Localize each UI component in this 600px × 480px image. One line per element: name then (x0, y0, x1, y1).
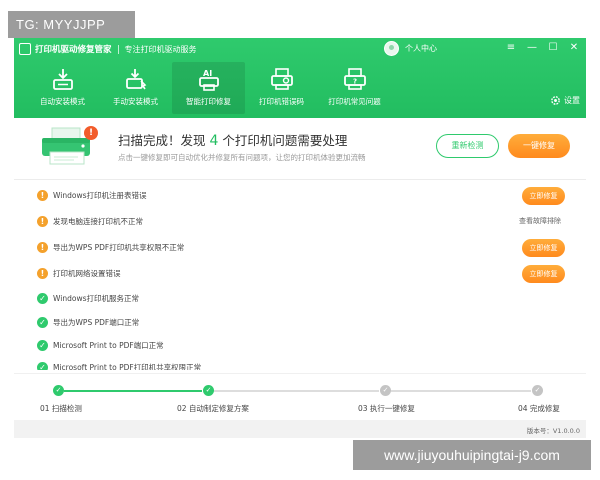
issue-text: 导出为WPS PDF端口正常 (53, 318, 140, 327)
scan-title-prefix: 扫描完成！发现 (118, 133, 210, 148)
check-icon: ✓ (37, 317, 48, 328)
issue-row: ! Windows打印机注册表错误 立即修复 (14, 187, 586, 205)
issue-row: ✓ Windows打印机服务正常 (14, 290, 586, 308)
step-label: 01 扫描检测 (40, 404, 82, 413)
step-check-icon: ✓ (380, 385, 391, 396)
issue-text: Microsoft Print to PDF端口正常 (53, 341, 164, 350)
issue-row: ✓ Microsoft Print to PDF打印机共享权限正常 (14, 359, 586, 370)
check-icon: ✓ (37, 293, 48, 304)
divider (14, 179, 586, 180)
step-connector (214, 390, 379, 392)
ai-repair-icon: AI (198, 69, 219, 91)
issue-text: 打印机网络设置错误 (53, 269, 121, 278)
step-label: 04 完成修复 (518, 404, 560, 413)
step-check-icon: ✓ (532, 385, 543, 396)
status-bar: 版本号：V1.0.0.0 (14, 420, 586, 438)
menu-icon[interactable]: ≡ (505, 41, 517, 55)
app-window: 打印机驱动修复管家 专注打印机驱动服务 个人中心 ≡ — ☐ ✕ 自动安装模式 … (14, 38, 586, 438)
scan-result-title: 扫描完成！发现 4 个打印机问题需要处理 (118, 130, 347, 149)
title-bar: 打印机驱动修复管家 专注打印机驱动服务 个人中心 ≡ — ☐ ✕ (14, 38, 586, 60)
auto-install-icon (52, 69, 73, 90)
page: TG: MYYJJPP www.jiuyouhuipingtai-j9.com … (0, 0, 600, 480)
issue-list[interactable]: ! Windows打印机注册表错误 立即修复! 发现电脑连接打印机不正常 查看故障排除!… (14, 183, 586, 370)
avatar (384, 41, 399, 56)
alert-badge: ! (84, 126, 98, 140)
nav-item-auto-install[interactable]: 自动安装模式 (26, 62, 99, 114)
scan-result-description: 点击一键修复即可自动优化并修复所有问题项，让您的打印机体验更加流畅 (118, 153, 366, 162)
nav-item-error-code[interactable]: 打印机错误码 (245, 62, 318, 114)
step-label: 02 自动制定修复方案 (177, 404, 249, 413)
fix-now-button[interactable]: 立即修复 (522, 239, 565, 257)
troubleshoot-link[interactable]: 查看故障排除 (519, 216, 561, 226)
error-code-icon (270, 68, 293, 90)
issue-row: ✓ Microsoft Print to PDF端口正常 (14, 337, 586, 355)
maximize-icon[interactable]: ☐ (547, 41, 559, 55)
nav-item-ai-repair[interactable]: AI 智能打印修复 (172, 62, 245, 114)
warning-icon: ! (37, 268, 48, 279)
version-label: 版本号：V1.0.0.0 (526, 427, 580, 435)
recheck-button[interactable]: 重新检测 (436, 134, 499, 158)
check-icon: ✓ (37, 362, 48, 370)
nav-label: 打印机常见问题 (328, 97, 381, 106)
title-separator (117, 44, 119, 54)
nav-label: 手动安装模式 (113, 97, 158, 106)
nav-item-faq[interactable]: ? 打印机常见问题 (318, 62, 391, 114)
scan-summary: ! 扫描完成！发现 4 个打印机问题需要处理 点击一键修复即可自动优化并修复所有… (14, 118, 586, 176)
issue-text: Microsoft Print to PDF打印机共享权限正常 (53, 363, 202, 370)
step-connector (391, 390, 531, 392)
user-center-button[interactable]: 个人中心 (384, 41, 437, 56)
gear-icon (551, 96, 560, 105)
window-controls: ≡ — ☐ ✕ (505, 41, 580, 55)
settings-label: 设置 (564, 96, 580, 105)
issue-row: ✓ 导出为WPS PDF端口正常 (14, 314, 586, 332)
warning-icon: ! (37, 242, 48, 253)
fix-now-button[interactable]: 立即修复 (522, 265, 565, 283)
step-check-icon: ✓ (203, 385, 214, 396)
settings-button[interactable]: 设置 (550, 95, 580, 106)
issue-row: ! 发现电脑连接打印机不正常 查看故障排除 (14, 213, 586, 231)
issue-row: ! 导出为WPS PDF打印机共享权限不正常 立即修复 (14, 239, 586, 257)
nav-label: 智能打印修复 (186, 97, 231, 106)
watermark-bottom: www.jiuyouhuipingtai-j9.com (353, 440, 591, 470)
close-icon[interactable]: ✕ (568, 41, 580, 55)
fix-all-button[interactable]: 一键修复 (508, 134, 570, 158)
progress-steps: ✓ 01 扫描检测 ✓ 02 自动制定修复方案 ✓ 03 执行一键修复 ✓ 04 完成修复 (14, 373, 586, 418)
scan-title-suffix: 个打印机问题需要处理 (218, 133, 348, 148)
app-header: 打印机驱动修复管家 专注打印机驱动服务 个人中心 ≡ — ☐ ✕ 自动安装模式 … (14, 38, 586, 118)
watermark-top: TG: MYYJJPP (8, 11, 135, 38)
step-label: 03 执行一键修复 (358, 404, 415, 413)
issue-text: 导出为WPS PDF打印机共享权限不正常 (53, 243, 185, 252)
fix-now-button[interactable]: 立即修复 (522, 187, 565, 205)
faq-icon: ? (343, 68, 366, 90)
check-icon: ✓ (37, 340, 48, 351)
step-check-icon: ✓ (53, 385, 64, 396)
issue-row: ! 打印机网络设置错误 立即修复 (14, 265, 586, 283)
main-nav: 自动安装模式 手动安装模式 AI 智能打印修复 打印机错误码 ? 打印机常见问题 (26, 62, 391, 114)
svg-text:AI: AI (203, 69, 212, 78)
app-logo-icon (19, 43, 31, 55)
nav-item-manual-install[interactable]: 手动安装模式 (99, 62, 172, 114)
issue-text: Windows打印机注册表错误 (53, 191, 147, 200)
step-connector (64, 390, 202, 392)
app-title: 打印机驱动修复管家 (35, 45, 112, 55)
nav-label: 自动安装模式 (40, 97, 85, 106)
user-center-label: 个人中心 (405, 44, 437, 53)
nav-label: 打印机错误码 (259, 97, 304, 106)
minimize-icon[interactable]: — (526, 41, 538, 55)
app-subtitle: 专注打印机驱动服务 (124, 44, 197, 54)
warning-icon: ! (37, 190, 48, 201)
manual-install-icon (125, 69, 146, 90)
warning-icon: ! (37, 216, 48, 227)
issue-text: 发现电脑连接打印机不正常 (53, 217, 143, 226)
issue-text: Windows打印机服务正常 (53, 294, 139, 303)
